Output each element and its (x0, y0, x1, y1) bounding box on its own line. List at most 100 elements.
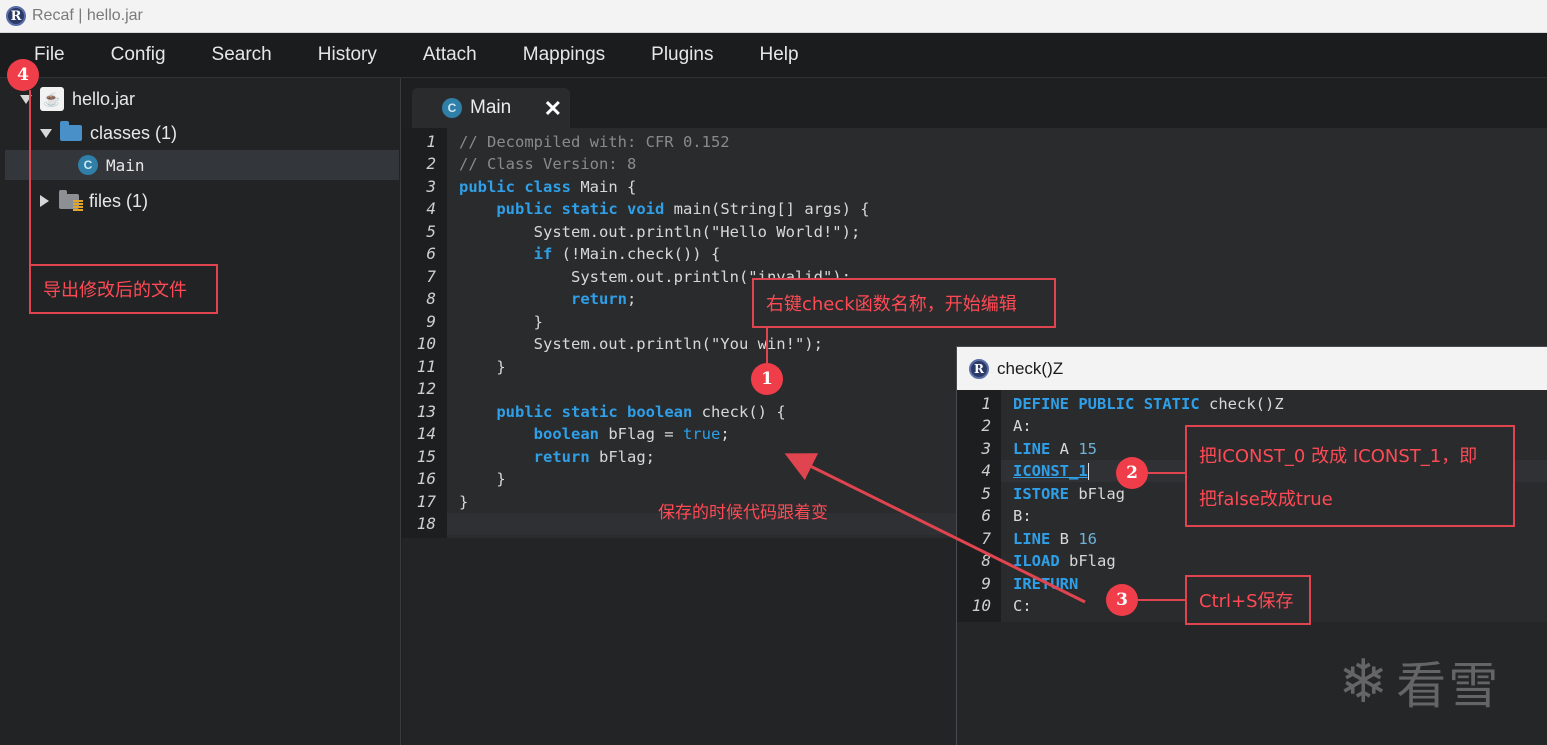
line-number: 3 (426, 177, 436, 196)
code-line: if (!Main.check()) { (533, 245, 721, 263)
line-number: 5 (426, 222, 436, 241)
code-line: public static boolean check() { (496, 403, 786, 421)
annotation-connector (766, 328, 768, 364)
menu-help[interactable]: Help (736, 44, 821, 66)
annotation-text: 把false改成true (1199, 488, 1333, 510)
files-folder-icon (59, 189, 83, 211)
step-badge-1: 1 (751, 363, 783, 395)
code-line: } (459, 493, 469, 511)
watermark: ❄ 看雪 (1338, 646, 1500, 718)
popup-title-bar[interactable]: R check()Z (957, 347, 1547, 390)
expand-arrow-icon[interactable] (40, 128, 52, 138)
code-line: System.out.println("You win!"); (459, 335, 823, 353)
watermark-text: 看雪 (1396, 657, 1501, 715)
line-number: 16 (416, 469, 436, 488)
annotation-text: 右键check函数名称，开始编辑 (766, 294, 1017, 315)
code-line: public class Main { (459, 178, 637, 196)
line-number: 6 (426, 244, 436, 263)
code-line: // Decompiled with: CFR 0.152 (459, 133, 730, 151)
annotation-box-2: 把ICONST_0 改成 ICONST_1，即 把false改成true (1185, 425, 1515, 527)
line-number: 9 (981, 574, 991, 593)
tab-main[interactable]: C Main ✕ (412, 88, 570, 128)
line-number: 11 (416, 357, 436, 376)
annotation-text: 导出修改后的文件 (43, 280, 187, 301)
code-line: System.out.println("Hello World!"); (459, 223, 861, 241)
asm-line: C: (1013, 597, 1032, 615)
line-number: 12 (416, 379, 436, 398)
asm-line: ICONST_1 (1013, 462, 1089, 480)
close-icon[interactable]: ✕ (544, 96, 562, 122)
line-number: 8 (981, 551, 991, 570)
menu-config[interactable]: Config (88, 44, 189, 66)
line-number: 8 (426, 289, 436, 308)
line-number: 2 (981, 416, 991, 435)
line-number: 10 (416, 334, 436, 353)
tree-item-label: files (1) (89, 190, 149, 211)
tree-item-files[interactable]: files (1) (40, 186, 148, 216)
code-line: } (459, 470, 506, 488)
code-line: // Class Version: 8 (459, 155, 637, 173)
menu-attach[interactable]: Attach (400, 44, 500, 66)
code-line: return bFlag; (533, 448, 655, 466)
jar-icon: ☕ (40, 87, 64, 111)
annotation-box-1: 右键check函数名称，开始编辑 (752, 278, 1056, 328)
window-title: Recaf | hello.jar (32, 7, 143, 24)
code-line: public static void main(String[] args) { (496, 200, 870, 218)
snowflake-icon: ❄ (1338, 647, 1389, 717)
menu-bar: File Config Search History Attach Mappin… (0, 33, 1547, 78)
tree-item-label: Main (106, 155, 145, 175)
annotation-box-3: Ctrl+S保存 (1185, 575, 1311, 625)
tab-label: Main (470, 97, 512, 118)
annotation-connector (1148, 472, 1185, 474)
line-number: 1 (981, 394, 991, 413)
line-number: 2 (426, 154, 436, 173)
step-badge-2: 2 (1116, 457, 1148, 489)
asm-line: ISTORE bFlag (1013, 485, 1125, 503)
asm-line: LINE A 15 (1013, 440, 1097, 458)
line-number: 17 (416, 492, 436, 511)
menu-plugins[interactable]: Plugins (628, 44, 736, 66)
asm-line: LINE B 16 (1013, 530, 1097, 548)
menu-mappings[interactable]: Mappings (500, 44, 628, 66)
folder-icon (60, 121, 82, 141)
asm-line: ILOAD bFlag (1013, 552, 1116, 570)
annotation-connector (1138, 599, 1185, 601)
line-number: 18 (416, 514, 436, 533)
editor-tab-bar: C Main ✕ (402, 78, 1547, 128)
line-number: 1 (426, 132, 436, 151)
asm-line: DEFINE PUBLIC STATIC check()Z (1013, 395, 1284, 413)
line-number: 4 (981, 461, 991, 480)
code-line: } (459, 358, 506, 376)
step-badge-3: 3 (1106, 584, 1138, 616)
menu-history[interactable]: History (295, 44, 400, 66)
annotation-text: Ctrl+S保存 (1199, 591, 1294, 612)
menu-search[interactable]: Search (189, 44, 295, 66)
tree-item-label: hello.jar (72, 88, 136, 109)
app-logo-icon: R (969, 358, 989, 379)
asm-line: IRETURN (1013, 575, 1079, 593)
line-number: 5 (981, 484, 991, 503)
popup-title: check()Z (997, 358, 1064, 378)
class-icon: C (78, 155, 98, 175)
asm-line: B: (1013, 507, 1032, 525)
code-line: boolean bFlag = true; (533, 425, 730, 443)
save-note: 保存的时候代码跟着变 (658, 503, 828, 523)
tree-item-classes[interactable]: classes (1) (40, 118, 177, 148)
line-number: 4 (426, 199, 436, 218)
line-number: 7 (981, 529, 991, 548)
annotation-box-4: 导出修改后的文件 (29, 264, 218, 314)
line-number: 14 (416, 424, 436, 443)
line-number: 6 (981, 506, 991, 525)
tree-item-label: classes (1) (90, 122, 178, 143)
workspace-tree: ☕ hello.jar classes (1) C Main files (1) (0, 78, 401, 745)
class-icon: C (442, 98, 462, 118)
line-number: 13 (416, 402, 436, 421)
tree-item-class-main[interactable]: C Main (5, 150, 399, 180)
title-bar: R Recaf | hello.jar (0, 0, 1547, 33)
line-number: 15 (416, 447, 436, 466)
tree-item-jar[interactable]: ☕ hello.jar (20, 84, 135, 114)
collapse-arrow-icon[interactable] (40, 195, 49, 207)
code-line: } (459, 313, 543, 331)
step-badge-4: 4 (7, 59, 39, 91)
annotation-text: 把ICONST_0 改成 ICONST_1，即 (1199, 445, 1478, 467)
